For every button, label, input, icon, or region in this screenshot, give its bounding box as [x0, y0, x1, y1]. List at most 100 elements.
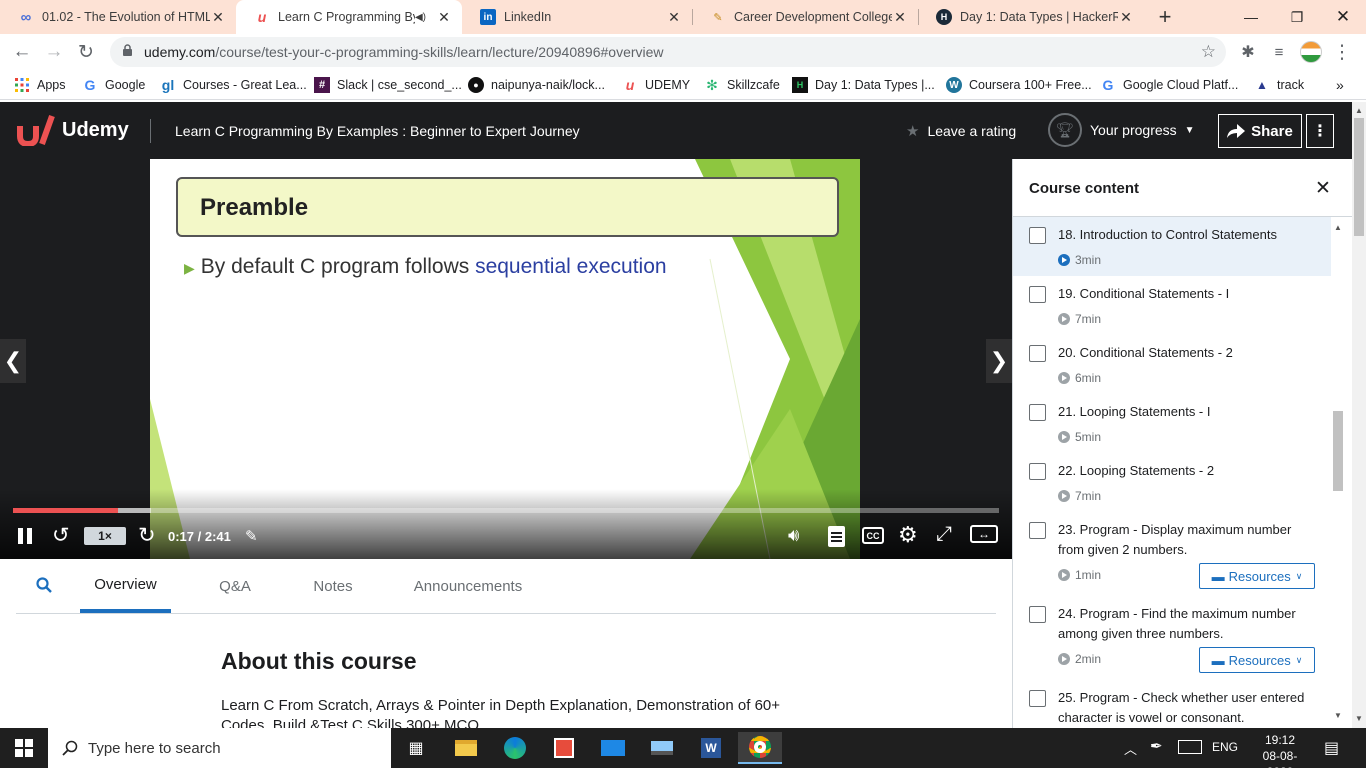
sidebar-scroll-thumb[interactable]	[1333, 411, 1343, 491]
resources-dropdown[interactable]: ▬ Resources ∨	[1199, 563, 1315, 589]
add-note-icon[interactable]: ✎	[245, 527, 258, 545]
scroll-down-icon[interactable]: ▼	[1334, 711, 1342, 720]
mail-icon[interactable]	[591, 732, 635, 764]
lecture-checkbox[interactable]	[1029, 690, 1046, 707]
bookmark-udemy[interactable]: u UDEMY	[622, 75, 690, 95]
back-icon[interactable]: ←	[8, 38, 36, 66]
pause-button[interactable]	[18, 525, 38, 547]
bookmark-hackerrank[interactable]: H Day 1: Data Types |...	[792, 75, 935, 95]
close-tab-icon[interactable]: ✕	[1118, 9, 1134, 26]
restore-icon[interactable]: ❐	[1274, 0, 1320, 34]
tab-overview[interactable]: Overview	[80, 559, 171, 613]
leave-rating-button[interactable]: ★ Leave a rating	[906, 122, 1016, 140]
transcript-icon[interactable]	[828, 526, 845, 547]
close-tab-icon[interactable]: ✕	[210, 9, 226, 26]
gift-icon[interactable]	[542, 732, 586, 764]
lecture-checkbox[interactable]	[1029, 606, 1046, 623]
playback-speed-button[interactable]: 1×	[84, 527, 126, 545]
browser-tab-career[interactable]: ✎ Career Development College – ✕	[692, 0, 918, 34]
file-explorer-icon[interactable]	[444, 732, 488, 764]
new-tab-button[interactable]: +	[1152, 4, 1178, 30]
network-computer-icon[interactable]	[640, 732, 684, 764]
resources-dropdown[interactable]: ▬ Resources ∨	[1199, 647, 1315, 673]
minimize-icon[interactable]: —	[1228, 0, 1274, 34]
lecture-checkbox[interactable]	[1029, 522, 1046, 539]
browser-tab-html-evolution[interactable]: ∞ 01.02 - The Evolution of HTML ✕	[0, 0, 236, 34]
bookmark-slack[interactable]: # Slack | cse_second_...	[314, 75, 462, 95]
lecture-checkbox[interactable]	[1029, 404, 1046, 421]
lecture-checkbox[interactable]	[1029, 227, 1046, 244]
previous-lecture-button[interactable]: ❮	[0, 339, 26, 383]
address-bar[interactable]: udemy.com/course/test-your-c-programming…	[110, 37, 1226, 67]
bookmark-star-icon[interactable]: ☆	[1201, 42, 1216, 62]
bookmarks-more-button[interactable]: »	[1336, 75, 1344, 95]
bookmark-great-learning[interactable]: gl Courses - Great Lea...	[160, 75, 307, 95]
task-view-icon[interactable]: ▦	[394, 732, 438, 764]
close-sidebar-icon[interactable]: ✕	[1315, 177, 1331, 200]
audio-playing-icon[interactable]: ◀)	[415, 12, 426, 23]
chrome-menu-icon[interactable]: ⋮	[1328, 38, 1356, 66]
close-tab-icon[interactable]: ✕	[666, 9, 682, 26]
fullscreen-icon[interactable]: ⤢	[936, 523, 952, 546]
sidebar-scrollbar[interactable]: ▲ ▼	[1331, 221, 1345, 728]
taskbar-clock[interactable]: 19:12 08-08-2020	[1250, 732, 1310, 768]
pen-workspace-icon[interactable]: ✒	[1150, 737, 1163, 755]
tab-notes[interactable]: Notes	[302, 559, 364, 613]
reload-icon[interactable]: ↻	[72, 38, 100, 66]
windows-start-icon[interactable]	[2, 732, 46, 764]
forward-5-icon[interactable]: ↻	[138, 523, 156, 548]
lecture-checkbox[interactable]	[1029, 463, 1046, 480]
scroll-up-icon[interactable]: ▲	[1334, 223, 1342, 232]
taskbar-search-box[interactable]: Type here to search	[48, 728, 391, 768]
extensions-icon[interactable]: ✱	[1234, 38, 1262, 66]
close-window-icon[interactable]: ✕	[1320, 0, 1366, 34]
touch-keyboard-icon[interactable]	[1178, 740, 1202, 754]
next-lecture-button[interactable]: ❯	[986, 339, 1012, 383]
browser-tab-linkedin[interactable]: in LinkedIn ✕	[462, 0, 692, 34]
scroll-down-icon[interactable]: ▼	[1355, 714, 1363, 723]
expand-width-icon[interactable]: ↔	[970, 525, 998, 543]
show-hidden-icons[interactable]: ︿	[1124, 739, 1137, 758]
course-title[interactable]: Learn C Programming By Examples : Beginn…	[175, 123, 580, 139]
search-icon[interactable]	[36, 577, 52, 598]
notifications-icon[interactable]: ▤	[1324, 738, 1339, 758]
chrome-icon[interactable]	[738, 732, 782, 764]
bookmark-github[interactable]: ● naipunya-naik/lock...	[468, 75, 605, 95]
tab-qa[interactable]: Q&A	[206, 559, 264, 613]
close-tab-icon[interactable]: ✕	[436, 9, 452, 26]
browser-tab-hackerrank[interactable]: H Day 1: Data Types | HackerRan ✕	[918, 0, 1144, 34]
share-label: Share	[1251, 122, 1293, 140]
scroll-up-icon[interactable]: ▲	[1355, 106, 1363, 115]
edge-icon[interactable]	[493, 732, 537, 764]
share-button[interactable]: Share	[1218, 114, 1302, 148]
bookmark-apps[interactable]: Apps	[14, 75, 66, 95]
your-progress-button[interactable]: 🏆︎ Your progress ▼	[1048, 113, 1195, 147]
video-player[interactable]: Preamble ▶ By default C program follows s…	[0, 159, 1012, 559]
close-tab-icon[interactable]: ✕	[892, 9, 908, 26]
bookmark-track[interactable]: ▲ track	[1254, 75, 1304, 95]
media-control-icon[interactable]: ≡	[1265, 38, 1293, 66]
bookmark-google[interactable]: G Google	[82, 75, 146, 95]
video-time: 0:17 / 2:41	[168, 529, 231, 544]
bookmark-coursera[interactable]: W Coursera 100+ Free...	[946, 75, 1092, 95]
more-options-icon[interactable]: ⋮	[1306, 114, 1334, 148]
captions-icon[interactable]: CC	[862, 527, 884, 544]
forward-icon[interactable]: →	[40, 38, 68, 66]
page-scrollbar[interactable]: ▲ ▼	[1352, 102, 1366, 728]
lecture-checkbox[interactable]	[1029, 345, 1046, 362]
profile-avatar[interactable]	[1297, 38, 1325, 66]
word-icon[interactable]: W	[689, 732, 733, 764]
settings-gear-icon[interactable]: ⚙	[898, 522, 918, 548]
lecture-duration: 3min	[1058, 253, 1101, 267]
bookmark-skillzcafe[interactable]: ✻ Skillzcafe	[704, 75, 780, 95]
bookmark-google-cloud[interactable]: G Google Cloud Platf...	[1100, 75, 1239, 95]
video-progress-track[interactable]	[13, 508, 999, 513]
volume-icon[interactable]: 🔊︎	[788, 525, 799, 546]
tab-announcements[interactable]: Announcements	[404, 559, 532, 613]
page-scroll-thumb[interactable]	[1354, 118, 1364, 236]
language-indicator[interactable]: ENG	[1212, 740, 1238, 754]
browser-tab-udemy[interactable]: u Learn C Programming By E ◀) ✕	[236, 0, 462, 34]
udemy-logo[interactable]: Udemy	[16, 114, 129, 146]
rewind-5-icon[interactable]: ↺	[52, 523, 70, 548]
lecture-checkbox[interactable]	[1029, 286, 1046, 303]
